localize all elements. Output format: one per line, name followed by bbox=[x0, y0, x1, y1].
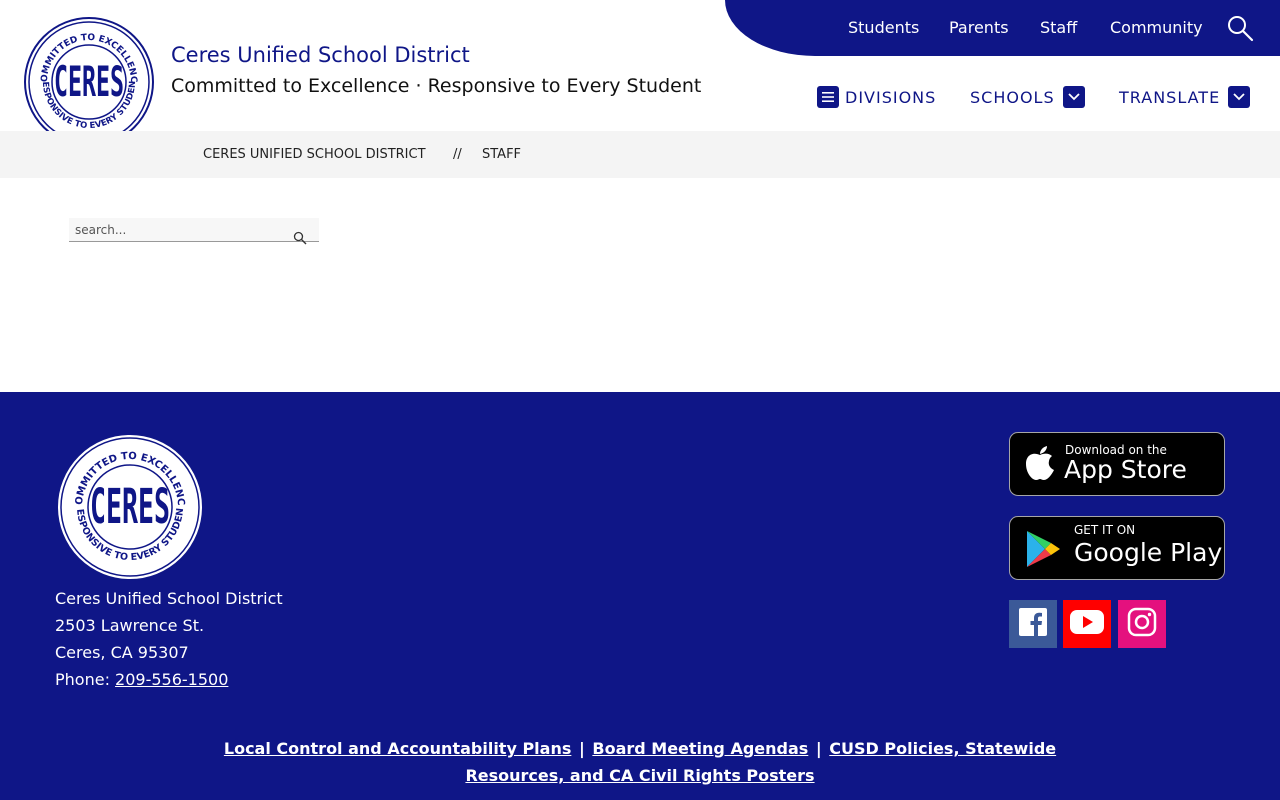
youtube-link[interactable] bbox=[1063, 600, 1111, 648]
google-play-badge[interactable]: GET IT ON Google Play bbox=[1009, 516, 1225, 580]
footer-district-logo: COMMITTED TO EXCELLENCE RESPONSIVE TO EV… bbox=[51, 424, 205, 582]
utility-link-students[interactable]: Students bbox=[848, 18, 919, 37]
search-icon[interactable] bbox=[293, 230, 307, 245]
site-footer: COMMITTED TO EXCELLENCE RESPONSIVE TO EV… bbox=[0, 392, 1280, 800]
footer-phone-link[interactable]: 209-556-1500 bbox=[115, 670, 228, 689]
footer-address-name: Ceres Unified School District bbox=[55, 589, 283, 608]
footer-address-city: Ceres, CA 95307 bbox=[55, 643, 189, 662]
footer-phone-label: Phone: bbox=[55, 670, 110, 689]
apple-icon bbox=[1024, 445, 1056, 485]
breadcrumb: CERES UNIFIED SCHOOL DISTRICT // STAFF bbox=[0, 131, 1280, 178]
google-play-icon bbox=[1024, 529, 1062, 573]
footer-phone: Phone: 209-556-1500 bbox=[55, 670, 228, 689]
footer-address-street: 2503 Lawrence St. bbox=[55, 616, 205, 635]
footer-link-board-agendas[interactable]: Board Meeting Agendas bbox=[592, 739, 808, 758]
breadcrumb-separator: // bbox=[453, 147, 462, 162]
facebook-link[interactable] bbox=[1009, 600, 1057, 648]
footer-links: Local Control and Accountability Plans |… bbox=[175, 735, 1105, 789]
utility-link-parents[interactable]: Parents bbox=[949, 18, 1009, 37]
utility-link-community[interactable]: Community bbox=[1110, 18, 1203, 37]
site-name[interactable]: Ceres Unified School District bbox=[171, 43, 470, 67]
instagram-link[interactable] bbox=[1118, 600, 1166, 648]
footer-link-lcap[interactable]: Local Control and Accountability Plans bbox=[224, 739, 572, 758]
footer-link-separator: | bbox=[815, 739, 822, 758]
chevron-down-icon bbox=[1228, 86, 1251, 108]
svg-text:CERES: CERES bbox=[90, 479, 170, 535]
translate-label: TRANSLATE bbox=[1119, 87, 1221, 107]
site-search bbox=[69, 218, 319, 245]
search-icon[interactable] bbox=[1226, 14, 1254, 42]
translate-menu[interactable]: TRANSLATE bbox=[1119, 85, 1251, 109]
utility-link-staff[interactable]: Staff bbox=[1040, 18, 1077, 37]
chevron-down-icon bbox=[1062, 86, 1085, 108]
divisions-label: DIVISIONS bbox=[845, 87, 937, 107]
site-header: Students Parents Staff Community COMMITT… bbox=[0, 0, 1280, 147]
hamburger-icon bbox=[817, 86, 839, 108]
district-logo[interactable]: COMMITTED TO EXCELLENCE RESPONSIVE TO EV… bbox=[20, 9, 155, 148]
schools-menu[interactable]: SCHOOLS bbox=[970, 85, 1085, 109]
app-store-big-text: App Store bbox=[1064, 455, 1187, 484]
instagram-icon bbox=[1127, 607, 1157, 641]
google-play-small-text: GET IT ON bbox=[1074, 523, 1136, 537]
svg-text:CERES: CERES bbox=[54, 57, 124, 106]
breadcrumb-current: STAFF bbox=[482, 147, 522, 162]
search-input[interactable] bbox=[75, 221, 285, 239]
breadcrumb-home-link[interactable]: CERES UNIFIED SCHOOL DISTRICT bbox=[203, 147, 426, 162]
youtube-icon bbox=[1070, 610, 1104, 638]
footer-link-separator: | bbox=[578, 739, 585, 758]
site-tagline: Committed to Excellence · Responsive to … bbox=[171, 75, 702, 97]
divisions-menu[interactable]: DIVISIONS bbox=[817, 85, 936, 109]
app-store-badge[interactable]: Download on the App Store bbox=[1009, 432, 1225, 496]
schools-label: SCHOOLS bbox=[970, 87, 1055, 107]
facebook-icon bbox=[1018, 607, 1048, 641]
google-play-big-text: Google Play bbox=[1074, 538, 1223, 567]
